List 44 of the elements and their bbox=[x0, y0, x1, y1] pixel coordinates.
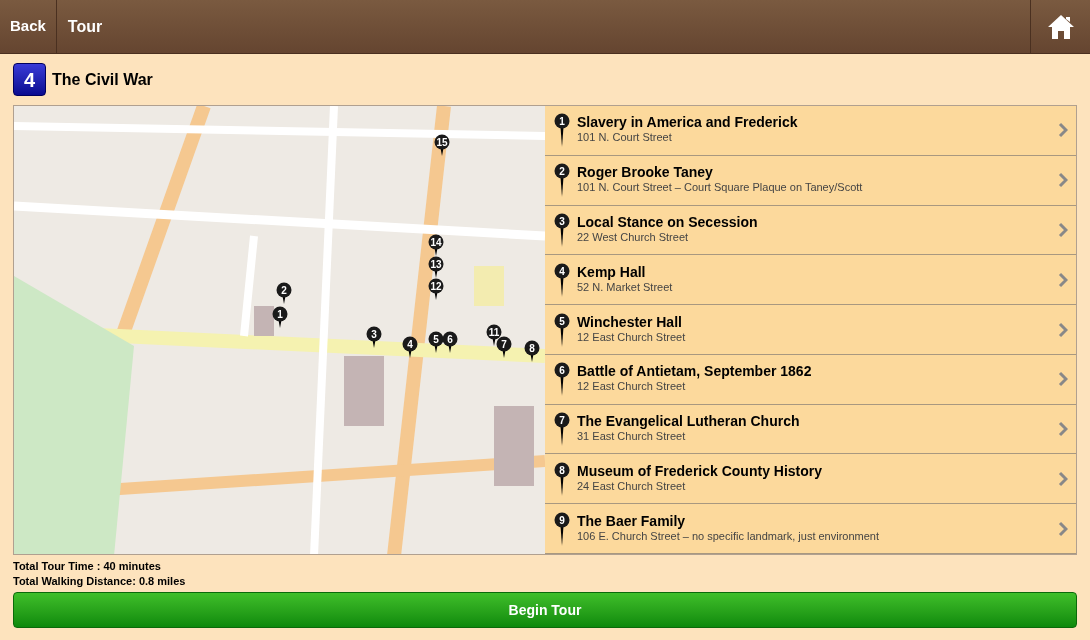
stop-title: Roger Brooke Taney bbox=[577, 164, 714, 182]
stop-address: 101 N. Court Street – Court Square Plaque on Taney/Scott bbox=[577, 181, 864, 195]
chevron-icon bbox=[1058, 172, 1068, 189]
tour-stop-item[interactable]: 7 The Evangelical Lutheran Church 31 East Church Street bbox=[545, 404, 1076, 455]
chevron-icon bbox=[1058, 520, 1068, 537]
tour-title: The Civil War bbox=[52, 69, 153, 90]
chevron-icon bbox=[1058, 371, 1068, 388]
stop-title: Museum of Frederick County History bbox=[577, 462, 824, 480]
stop-address: 101 N. Court Street bbox=[577, 131, 673, 145]
stop-address: 12 East Church Street bbox=[577, 330, 687, 344]
tour-stop-item[interactable]: 4 Kemp Hall 52 N. Market Street bbox=[545, 255, 1076, 306]
stop-title: Slavery in America and Frederick bbox=[577, 114, 799, 132]
stop-title: Local Stance on Secession bbox=[577, 213, 759, 231]
tour-stop-item[interactable]: 5 Winchester Hall 12 East Church Street bbox=[545, 305, 1076, 355]
stop-address: 24 East Church Street bbox=[577, 479, 687, 493]
header-title: Tour bbox=[67, 16, 103, 37]
map-placeholder[interactable]: 15 14 13 2 12 1 3 4 5 6 11 7 8 bbox=[14, 106, 545, 554]
chevron-icon bbox=[1058, 221, 1068, 238]
tour-stop-item[interactable]: 3 Local Stance on Secession 22 West Church Street bbox=[545, 205, 1076, 256]
tour-summary-text: Total Walking Distance: 0.8 miles bbox=[13, 574, 187, 589]
chevron-icon bbox=[1058, 421, 1068, 438]
stop-address: 52 N. Market Street bbox=[577, 280, 674, 294]
stop-address: 106 E. Church Street – no specific landmark, just environment bbox=[577, 529, 881, 543]
stop-address: 22 West Church Street bbox=[577, 230, 690, 244]
stop-title: The Evangelical Lutheran Church bbox=[577, 413, 801, 431]
chevron-icon bbox=[1058, 271, 1068, 288]
tour-stop-item[interactable]: 2 Roger Brooke Taney 101 N. Court Street – Court Square Plaque on Taney/Scott bbox=[545, 155, 1076, 206]
tour-stop-item[interactable]: 1 Slavery in America and Frederick 101 N. Court Street bbox=[545, 106, 1076, 156]
tour-stop-item[interactable]: 8 Museum of Frederick County History 24 East Church Street bbox=[545, 454, 1076, 505]
stop-address: 31 East Church Street bbox=[577, 430, 687, 444]
stop-title: The Baer Family bbox=[577, 512, 687, 530]
tour-summary-text: Total Tour Time : 40 minutes bbox=[13, 559, 162, 574]
stop-title: Battle of Antietam, September 1862 bbox=[577, 363, 813, 381]
chevron-icon bbox=[1058, 470, 1068, 487]
chevron-icon bbox=[1058, 321, 1068, 338]
chevron-icon bbox=[1058, 122, 1068, 139]
stop-address: 12 East Church Street bbox=[577, 380, 687, 394]
tour-stop-item[interactable]: 9 The Baer Family 106 E. Church Street – no specific landmark, just environment bbox=[545, 504, 1076, 555]
stop-title: Kemp Hall bbox=[577, 263, 647, 281]
home-icon bbox=[1046, 13, 1075, 40]
tour-number-badge: 4 bbox=[13, 63, 46, 96]
back-button[interactable]: Back bbox=[0, 0, 57, 53]
tour-stop-item[interactable]: 6 Battle of Antietam, September 1862 12 East Church Street bbox=[545, 354, 1076, 405]
stop-title: Winchester Hall bbox=[577, 313, 683, 331]
